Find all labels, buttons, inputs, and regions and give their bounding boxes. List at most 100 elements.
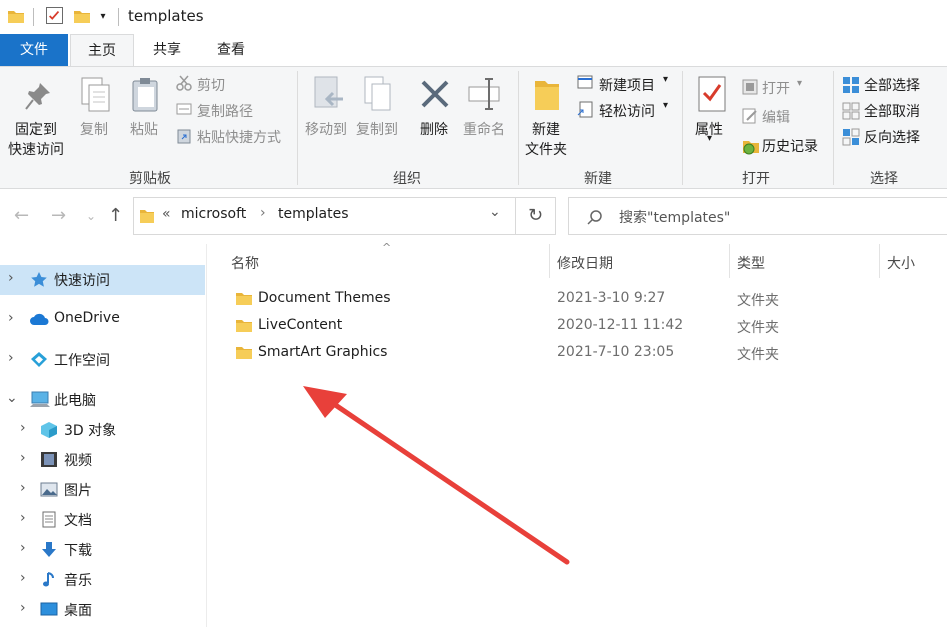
window-title: templates (128, 7, 204, 25)
sidebar-item-desktop[interactable]: › 桌面 (0, 595, 205, 625)
annotation-arrow-icon (303, 386, 570, 565)
sidebar-item-downloads[interactable]: › 下载 (0, 535, 205, 565)
sidebar-item-workspace[interactable]: › 工作空间 (0, 345, 205, 375)
new-folder-label[interactable]: 文件夹 (525, 139, 567, 159)
cloud-icon (30, 313, 49, 325)
table-row[interactable]: Document Themes 2021-3-10 9:27 文件夹 (228, 287, 928, 313)
file-explorer-window: ▾ templates 文件 主页 共享 查看 固定到 快速访问 复制 粘贴 剪… (0, 0, 947, 627)
move-to-button[interactable]: 移动到 (305, 119, 347, 139)
paste-shortcut-button[interactable]: 粘贴快捷方式 (197, 127, 281, 147)
tab-home[interactable]: 主页 (70, 34, 134, 67)
desktop-icon (40, 602, 58, 616)
forward-arrow-icon[interactable]: → (51, 205, 66, 226)
select-all-button[interactable]: 全部选择 (864, 75, 920, 95)
chevron-down-icon[interactable]: ⌄ (6, 390, 18, 406)
group-separator (297, 71, 298, 185)
edit-icon (742, 108, 757, 124)
sidebar-item-this-pc[interactable]: ⌄ 此电脑 (0, 385, 205, 415)
history-button[interactable]: 历史记录 (762, 136, 818, 156)
open-button[interactable]: 打开 (762, 78, 790, 98)
delete-button[interactable]: 删除 (420, 119, 448, 139)
up-arrow-icon[interactable]: ↑ (108, 205, 123, 226)
recent-locations-chevron-icon[interactable]: ⌄ (86, 209, 96, 223)
paste-button[interactable]: 粘贴 (130, 119, 158, 139)
pin-quick-access-label[interactable]: 快速访问 (8, 139, 64, 159)
address-dropdown-icon[interactable]: ⌄ (489, 204, 501, 220)
sort-ascending-icon: ^ (382, 241, 392, 254)
pin-quick-access-button[interactable]: 固定到 (15, 119, 57, 139)
new-folder-button[interactable]: 新建 (532, 119, 560, 139)
select-none-icon (842, 102, 860, 120)
chevron-right-icon[interactable]: › (20, 450, 26, 466)
column-header-size[interactable]: 大小 (887, 253, 915, 273)
copy-path-button[interactable]: 复制路径 (197, 101, 253, 121)
cut-button[interactable]: 剪切 (197, 75, 225, 95)
tab-file[interactable]: 文件 (0, 34, 68, 66)
copy-to-button[interactable]: 复制到 (356, 119, 398, 139)
open-icon (742, 79, 758, 95)
sidebar-item-quick-access[interactable]: › 快速访问 (0, 265, 205, 295)
search-input[interactable]: 搜索"templates" (619, 207, 730, 227)
chevron-right-icon[interactable]: › (20, 570, 26, 586)
sidebar-item-music[interactable]: › 音乐 (0, 565, 205, 595)
breadcrumb-overflow[interactable]: « (162, 206, 171, 222)
chevron-right-icon[interactable]: › (20, 510, 26, 526)
chevron-right-icon[interactable]: › (8, 270, 14, 286)
back-arrow-icon[interactable]: ← (14, 205, 29, 226)
cut-icon (176, 75, 192, 91)
copy-button[interactable]: 复制 (80, 119, 108, 139)
select-none-button[interactable]: 全部取消 (864, 101, 920, 121)
sidebar-item-3d-objects[interactable]: › 3D 对象 (0, 415, 205, 445)
table-row[interactable]: LiveContent 2020-12-11 11:42 文件夹 (228, 314, 928, 340)
select-all-icon (843, 77, 859, 93)
rename-icon (468, 78, 500, 110)
new-folder-quick-icon[interactable] (74, 9, 90, 23)
chevron-right-icon[interactable]: › (8, 310, 14, 326)
table-row[interactable]: SmartArt Graphics 2021-7-10 23:05 文件夹 (228, 341, 928, 367)
tab-view[interactable]: 查看 (200, 34, 262, 66)
sidebar-item-documents[interactable]: › 文档 (0, 505, 205, 535)
sidebar-item-pictures[interactable]: › 图片 (0, 475, 205, 505)
file-type: 文件夹 (737, 347, 779, 363)
sidebar-item-videos[interactable]: › 视频 (0, 445, 205, 475)
workspace-icon (31, 352, 47, 367)
column-header-name[interactable]: 名称 (231, 253, 259, 273)
file-type: 文件夹 (737, 293, 779, 309)
column-header-date[interactable]: 修改日期 (557, 253, 613, 273)
chevron-down-icon[interactable]: ▾ (707, 133, 712, 144)
quick-access-toolbar-dropdown-icon[interactable]: ▾ (96, 10, 110, 24)
chevron-right-icon[interactable]: › (20, 480, 26, 496)
folder-icon (236, 320, 252, 332)
chevron-right-icon[interactable]: › (8, 350, 14, 366)
chevron-down-icon[interactable]: ▾ (663, 100, 668, 111)
breadcrumb-templates[interactable]: templates (278, 206, 349, 222)
breadcrumb-microsoft[interactable]: microsoft (181, 206, 246, 222)
new-item-button[interactable]: 新建项目 (599, 75, 655, 95)
column-header-type[interactable]: 类型 (737, 253, 765, 273)
search-box[interactable]: 搜索"templates" (568, 197, 947, 235)
chevron-down-icon[interactable]: ▾ (663, 74, 668, 85)
column-separator[interactable] (729, 244, 730, 278)
sidebar-item-label: 3D 对象 (64, 423, 117, 439)
sidebar-item-label: 文档 (64, 513, 92, 529)
easy-access-button[interactable]: 轻松访问 (599, 101, 655, 121)
refresh-icon[interactable]: ↻ (516, 197, 556, 235)
chevron-right-icon[interactable]: › (20, 540, 26, 556)
file-date: 2020-12-11 11:42 (557, 317, 684, 333)
properties-quick-icon[interactable] (46, 7, 63, 24)
new-item-icon (577, 75, 593, 89)
column-separator[interactable] (549, 244, 550, 278)
column-separator[interactable] (879, 244, 880, 278)
chevron-down-icon[interactable]: ▾ (797, 78, 802, 89)
invert-selection-button[interactable]: 反向选择 (864, 127, 920, 147)
sidebar-item-label: 快速访问 (54, 273, 110, 289)
sidebar-item-onedrive[interactable]: › OneDrive (0, 305, 205, 335)
chevron-right-icon[interactable]: › (20, 420, 26, 436)
edit-button[interactable]: 编辑 (762, 107, 790, 127)
rename-button[interactable]: 重命名 (463, 119, 505, 139)
chevron-right-icon[interactable]: › (260, 205, 266, 221)
search-icon (587, 210, 602, 225)
chevron-right-icon[interactable]: › (20, 600, 26, 616)
address-bar[interactable]: « microsoft › templates ⌄ (133, 197, 516, 235)
tab-share[interactable]: 共享 (136, 34, 198, 66)
